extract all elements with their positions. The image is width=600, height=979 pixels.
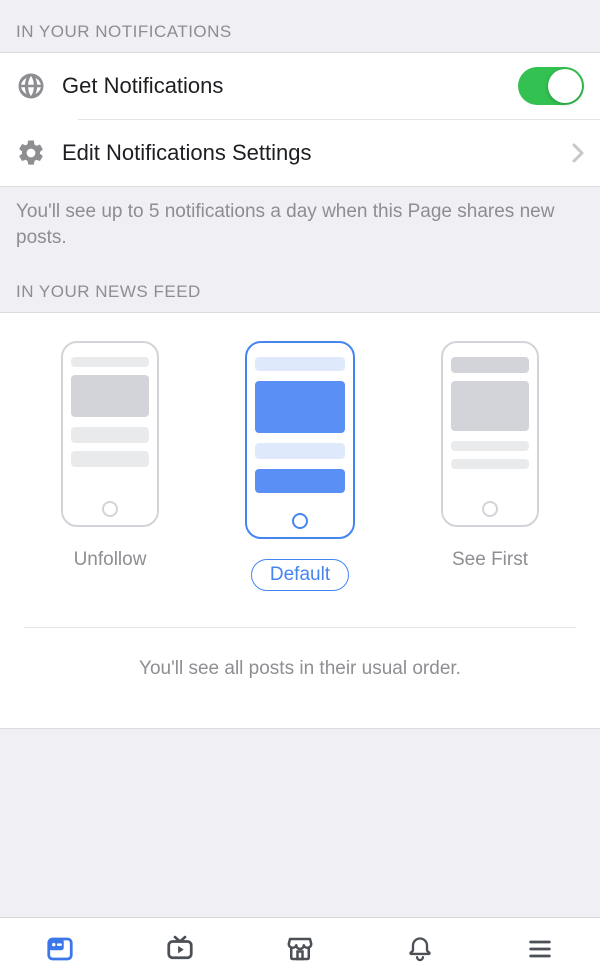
get-notifications-label: Get Notifications — [62, 73, 518, 99]
watch-icon — [165, 934, 195, 964]
newsfeed-panel: Unfollow Default See First You'll — [0, 312, 600, 729]
notifications-helper-text: You'll see up to 5 notifications a day w… — [0, 187, 600, 272]
gear-icon — [16, 138, 62, 168]
notifications-group: Get Notifications Edit Notifications Set… — [0, 52, 600, 187]
tab-notifications[interactable] — [360, 934, 480, 964]
feed-option-label-seefirst: See First — [452, 549, 528, 571]
section-header-notifications: IN YOUR NOTIFICATIONS — [0, 0, 600, 52]
feed-helper-text: You'll see all posts in their usual orde… — [0, 628, 600, 728]
feed-option-label-unfollow: Unfollow — [74, 549, 147, 571]
tab-marketplace[interactable] — [240, 934, 360, 964]
toggle-knob — [548, 69, 582, 103]
tab-watch[interactable] — [120, 934, 240, 964]
hamburger-icon — [526, 935, 554, 963]
phone-preview-seefirst — [441, 341, 539, 527]
feed-option-seefirst[interactable]: See First — [430, 341, 550, 571]
edit-notifications-label: Edit Notifications Settings — [62, 140, 564, 166]
phone-preview-default — [245, 341, 355, 539]
feed-options: Unfollow Default See First — [0, 313, 600, 597]
phone-preview-unfollow — [61, 341, 159, 527]
edit-notifications-row[interactable]: Edit Notifications Settings — [0, 120, 600, 186]
globe-icon — [16, 71, 62, 101]
feed-option-unfollow[interactable]: Unfollow — [50, 341, 170, 571]
feed-icon — [45, 934, 75, 964]
tab-bar — [0, 917, 600, 979]
get-notifications-row: Get Notifications — [0, 53, 600, 119]
tab-menu[interactable] — [480, 935, 600, 963]
feed-option-default[interactable]: Default — [240, 341, 360, 591]
marketplace-icon — [285, 934, 315, 964]
get-notifications-toggle[interactable] — [518, 67, 584, 105]
bell-icon — [406, 934, 434, 964]
section-header-newsfeed: IN YOUR NEWS FEED — [0, 272, 600, 312]
tab-feed[interactable] — [0, 934, 120, 964]
feed-option-label-default: Default — [251, 559, 349, 591]
chevron-right-icon — [572, 143, 584, 163]
